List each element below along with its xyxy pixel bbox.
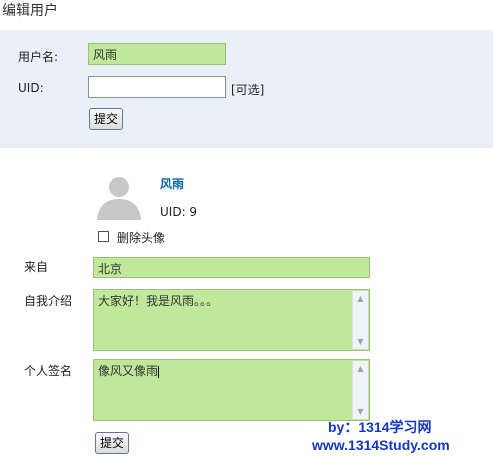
intro-text: 大家好！我是风雨。。。 [98, 294, 219, 308]
profile-username[interactable]: 风雨 [160, 175, 184, 192]
scroll-up-icon[interactable]: ▲ [353, 361, 368, 376]
signature-text: 像风又像雨 [98, 364, 159, 378]
default-avatar-icon [97, 177, 141, 220]
profile-submit-button[interactable]: 提交 [95, 432, 130, 454]
uid-optional-hint: [可选] [231, 83, 265, 97]
intro-label: 自我介绍 [24, 294, 73, 308]
scroll-up-icon[interactable]: ▲ [353, 291, 368, 306]
delete-avatar-checkbox[interactable] [98, 231, 109, 242]
watermark-line-1: by：1314学习网 [328, 419, 432, 435]
username-field[interactable]: 风雨 [88, 43, 226, 65]
uid-label: UID: [18, 81, 44, 95]
signature-textarea[interactable]: 像风又像雨 ▲ ▼ [93, 359, 370, 421]
delete-avatar-label: 删除头像 [117, 231, 166, 245]
uid-field[interactable] [88, 76, 226, 98]
scroll-down-icon[interactable]: ▼ [353, 334, 368, 349]
signature-scrollbar[interactable]: ▲ ▼ [352, 361, 368, 419]
profile-uid: UID: 9 [160, 205, 198, 219]
from-label: 来自 [24, 260, 49, 274]
watermark-line-2: www.1314Study.com [312, 437, 450, 453]
text-caret [158, 365, 160, 378]
username-label: 用户名: [18, 50, 59, 64]
page-title: 编辑用户 [2, 3, 58, 19]
intro-textarea[interactable]: 大家好！我是风雨。。。 ▲ ▼ [93, 289, 370, 351]
search-submit-button[interactable]: 提交 [89, 108, 124, 130]
intro-scrollbar[interactable]: ▲ ▼ [352, 291, 368, 349]
user-search-panel: 用户名: 风雨 UID: [可选] 提交 [0, 30, 493, 148]
from-field[interactable]: 北京 [93, 257, 370, 278]
signature-label: 个人签名 [24, 364, 73, 378]
